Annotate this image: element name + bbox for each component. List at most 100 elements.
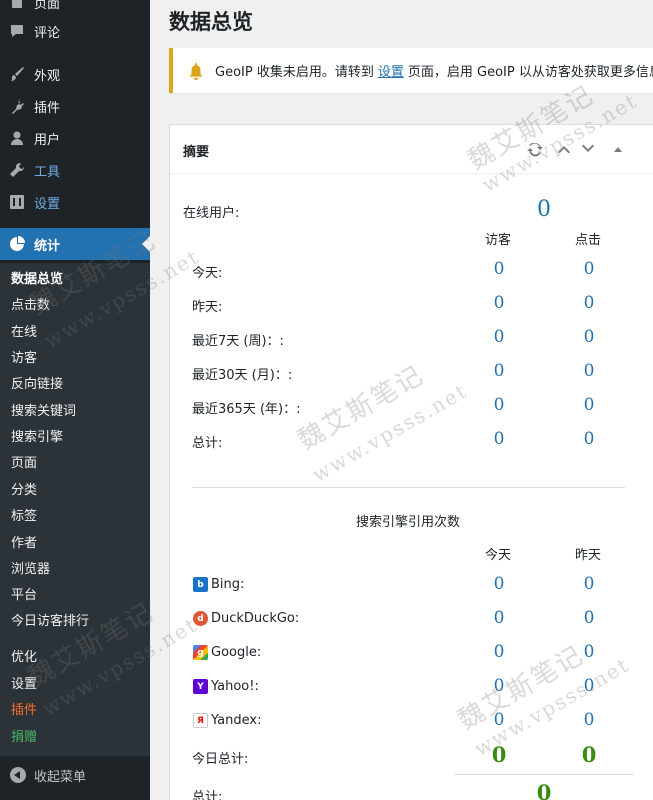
submenu-categories[interactable]: 分类: [11, 482, 37, 500]
row-year-visitors[interactable]: 0: [479, 395, 519, 415]
row-week-label: 最近7天 (周)：:: [192, 334, 284, 349]
row-yesterday-label: 昨天:: [192, 300, 223, 315]
engine-yandex-yesterday[interactable]: 0: [569, 710, 609, 730]
engine-yahoo-label: Yahoo!:: [211, 679, 259, 694]
row-total-visitors[interactable]: 0: [479, 429, 519, 449]
collapse-arrow-icon: [10, 767, 26, 783]
row-total-label: 总计:: [192, 436, 223, 451]
settings-icon: [8, 193, 26, 211]
collapse-menu-label: 收起菜单: [34, 769, 87, 785]
engine-google-label: Google:: [211, 645, 262, 660]
engine-yandex-label: Yandex:: [211, 713, 262, 728]
duckduckgo-icon: d: [193, 611, 208, 626]
refresh-icon[interactable]: [525, 139, 545, 159]
google-icon: g: [193, 645, 208, 660]
engine-duckduckgo-today[interactable]: 0: [479, 608, 519, 628]
summary-widget-title: 摘要: [183, 145, 210, 160]
engine-yandex-today[interactable]: 0: [479, 710, 519, 730]
submenu-plugins[interactable]: 插件: [11, 702, 37, 720]
collapse-widget-icon[interactable]: [608, 139, 628, 159]
page-icon: [8, 0, 26, 11]
visits-column-header: 点击: [575, 233, 602, 248]
submenu-visitors[interactable]: 访客: [11, 350, 37, 368]
move-up-icon[interactable]: [554, 139, 574, 159]
submenu-online[interactable]: 在线: [11, 324, 37, 342]
submenu-authors[interactable]: 作者: [11, 535, 37, 553]
admin-sidebar: 页面 评论 外观 插件 用户 工具 设置 统计 数据总览 点击数 在线 访客 反…: [0, 0, 150, 800]
row-month-label: 最近30天 (月)：:: [192, 368, 293, 383]
submenu-platforms[interactable]: 平台: [11, 587, 37, 605]
submenu-top-visitors[interactable]: 今日访客排行: [11, 613, 89, 631]
notice-text-before: GeoIP 收集未启用。请转到: [215, 65, 374, 80]
today-total-label: 今日总计:: [192, 752, 249, 767]
submenu-hits[interactable]: 点击数: [11, 297, 50, 315]
submenu-search-words[interactable]: 搜索关键词: [11, 403, 76, 421]
section-divider: [192, 487, 625, 488]
engine-duckduckgo-label: DuckDuckGo:: [211, 611, 300, 626]
sidebar-item-statistics[interactable]: 统计: [0, 228, 150, 260]
yahoo-icon: Y: [193, 679, 208, 694]
submenu-donate[interactable]: 捐赠: [11, 729, 37, 747]
row-week-visitors[interactable]: 0: [479, 327, 519, 347]
today-total-yesterday: 0: [581, 742, 597, 767]
today-total-today: 0: [491, 742, 507, 767]
submenu-pages[interactable]: 页面: [11, 455, 37, 473]
row-month-visits[interactable]: 0: [569, 361, 609, 381]
paintbrush-icon: [8, 65, 26, 83]
engine-yahoo-yesterday[interactable]: 0: [569, 676, 609, 696]
sidebar-item-appearance[interactable]: 外观: [0, 58, 150, 90]
totals-divider: [454, 774, 634, 775]
engine-duckduckgo-yesterday[interactable]: 0: [569, 608, 609, 628]
engine-google-yesterday[interactable]: 0: [569, 642, 609, 662]
visitors-column-header: 访客: [485, 233, 512, 248]
row-today-visitors[interactable]: 0: [479, 259, 519, 279]
row-today-label: 今天:: [192, 266, 223, 281]
pie-chart-icon: [8, 235, 26, 253]
statistics-submenu: 数据总览 点击数 在线 访客 反向链接 搜索关键词 搜索引擎 页面 分类 标签 …: [0, 263, 150, 756]
user-icon: [8, 129, 26, 147]
plugin-icon: [8, 97, 26, 115]
notice-settings-link[interactable]: 设置: [378, 61, 404, 80]
submenu-overview[interactable]: 数据总览: [11, 271, 63, 289]
search-engines-title: 搜索引擎引用次数: [356, 515, 461, 530]
sidebar-item-plugins[interactable]: 插件: [0, 90, 150, 122]
submenu-tags[interactable]: 标签: [11, 508, 37, 526]
engine-yahoo-today[interactable]: 0: [479, 676, 519, 696]
today-column-header: 今天: [485, 548, 512, 563]
yesterday-column-header: 昨天: [575, 548, 602, 563]
page-title: 数据总览: [169, 10, 253, 34]
summary-widget-header: 摘要: [170, 125, 653, 174]
online-users-value: 0: [537, 197, 551, 222]
engine-google-today[interactable]: 0: [479, 642, 519, 662]
comment-icon: [8, 22, 26, 40]
online-users-label: 在线用户:: [183, 206, 240, 221]
engine-bing-today[interactable]: 0: [479, 574, 519, 594]
row-month-visitors[interactable]: 0: [479, 361, 519, 381]
sidebar-item-settings[interactable]: 设置: [0, 186, 150, 218]
sidebar-item-comments[interactable]: 评论: [0, 15, 150, 47]
row-today-visits[interactable]: 0: [569, 259, 609, 279]
move-down-icon[interactable]: [578, 139, 598, 159]
row-year-visits[interactable]: 0: [569, 395, 609, 415]
submenu-browsers[interactable]: 浏览器: [11, 561, 50, 579]
submenu-settings[interactable]: 设置: [11, 676, 37, 694]
wrench-icon: [8, 161, 26, 179]
notice-text-after: 页面，启用 GeoIP 以从访客处获取更多信息: [407, 65, 653, 80]
row-yesterday-visitors[interactable]: 0: [479, 293, 519, 313]
submenu-optimization[interactable]: 优化: [11, 649, 37, 667]
bing-icon: b: [193, 577, 208, 592]
row-year-label: 最近365天 (年)：:: [192, 402, 301, 417]
sidebar-item-users[interactable]: 用户: [0, 122, 150, 154]
grand-total-label: 总计:: [192, 790, 223, 800]
row-yesterday-visits[interactable]: 0: [569, 293, 609, 313]
engine-bing-label: Bing:: [211, 577, 245, 592]
sidebar-item-tools[interactable]: 工具: [0, 154, 150, 186]
row-total-visits[interactable]: 0: [569, 429, 609, 449]
submenu-search-engines[interactable]: 搜索引擎: [11, 429, 63, 447]
yandex-icon: Я: [193, 713, 208, 728]
engine-bing-yesterday[interactable]: 0: [569, 574, 609, 594]
submenu-referrers[interactable]: 反向链接: [11, 376, 63, 394]
summary-widget: 摘要 在线用户: 0 访客 点击 今天: 0 0 昨天: 0 0 最近7天 (周…: [169, 124, 653, 800]
collapse-menu-button[interactable]: 收起菜单: [0, 760, 150, 790]
row-week-visits[interactable]: 0: [569, 327, 609, 347]
